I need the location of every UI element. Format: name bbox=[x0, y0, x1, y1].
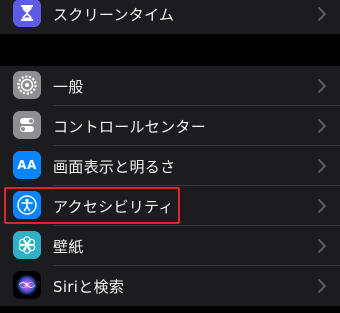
settings-row-wallpaper[interactable]: 壁紙 bbox=[0, 226, 340, 266]
settings-row-label: コントロールセンター bbox=[53, 117, 207, 136]
settings-group-main: 一般 コントロールセンター AA 画面表示と明るさ アクセシビリティ 壁紙 Si… bbox=[0, 66, 340, 306]
hourglass-icon bbox=[13, 0, 41, 27]
text-size-icon: AA bbox=[13, 151, 41, 179]
text-size-glyph: AA bbox=[17, 158, 37, 172]
chevron-right-icon bbox=[318, 159, 326, 173]
settings-row-label: アクセシビリティ bbox=[53, 197, 174, 216]
settings-group-top: スクリーンタイム bbox=[0, 0, 340, 34]
chevron-right-icon bbox=[318, 119, 326, 133]
settings-row-label: スクリーンタイム bbox=[53, 5, 175, 24]
chevron-right-icon bbox=[318, 199, 326, 213]
settings-row-label: 画面表示と明るさ bbox=[53, 157, 176, 176]
accessibility-icon bbox=[13, 191, 41, 219]
chevron-right-icon bbox=[318, 239, 326, 253]
settings-row-accessibility[interactable]: アクセシビリティ bbox=[0, 186, 340, 226]
chevron-right-icon bbox=[318, 7, 326, 21]
siri-icon bbox=[13, 271, 41, 299]
chevron-right-icon bbox=[318, 279, 326, 293]
settings-row-label: 一般 bbox=[53, 77, 84, 96]
settings-row-display-brightness[interactable]: AA 画面表示と明るさ bbox=[0, 146, 340, 186]
settings-row-screen-time[interactable]: スクリーンタイム bbox=[0, 0, 340, 34]
toggles-icon bbox=[13, 111, 41, 139]
settings-row-label: Siriと検索 bbox=[53, 277, 125, 296]
settings-row-siri-search[interactable]: Siriと検索 bbox=[0, 266, 340, 306]
chevron-right-icon bbox=[318, 79, 326, 93]
gear-icon bbox=[13, 71, 41, 99]
flower-icon bbox=[13, 231, 41, 259]
settings-row-control-center[interactable]: コントロールセンター bbox=[0, 106, 340, 146]
settings-row-general[interactable]: 一般 bbox=[0, 66, 340, 106]
settings-row-label: 壁紙 bbox=[53, 237, 84, 256]
